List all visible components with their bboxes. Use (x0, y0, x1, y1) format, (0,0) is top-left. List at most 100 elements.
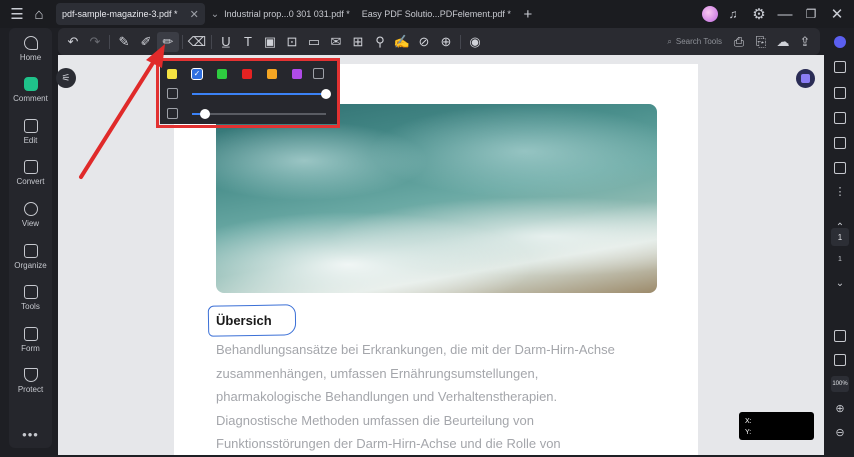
callout-icon[interactable]: ⊡ (281, 32, 303, 52)
page-number-input[interactable]: 1 (831, 228, 849, 246)
underline-icon[interactable]: U̲ (215, 32, 237, 52)
coord-x-label: X: (745, 418, 752, 425)
page-total: 1 (838, 256, 842, 263)
sidebar-item-label: Organize (14, 261, 47, 270)
sidebar-item-label: Tools (21, 302, 40, 311)
bell-icon[interactable]: ♫ (722, 3, 744, 25)
sidebar-item-label: View (21, 219, 40, 228)
opacity-icon (167, 88, 178, 99)
sidebar-item-label: Form (21, 344, 40, 353)
attachment-icon[interactable]: ⊘ (413, 32, 435, 52)
measure-icon[interactable]: ⊞ (347, 32, 369, 52)
zoom-level[interactable]: 100% (831, 376, 849, 392)
sidebar-item-home[interactable]: Home (9, 36, 52, 62)
add-comment-icon[interactable]: ⊕ (435, 32, 457, 52)
attachments-panel-icon[interactable] (834, 162, 846, 174)
minimize-icon[interactable]: — (774, 3, 796, 25)
bookmarks-icon[interactable] (834, 87, 846, 99)
thumbnails-icon[interactable] (834, 61, 846, 73)
comment-icon (23, 77, 38, 91)
signature-icon[interactable]: ✍ (391, 32, 413, 52)
color-swatch[interactable] (167, 69, 177, 79)
color-swatch[interactable] (292, 69, 302, 79)
sidebar-item-form[interactable]: Form (9, 327, 52, 353)
upload-cloud-icon[interactable]: ☁ (772, 32, 794, 52)
toolbar-divider (109, 34, 110, 49)
ai-icon[interactable] (834, 36, 846, 48)
sidebar-item-comment[interactable]: Comment (9, 77, 52, 103)
note-icon[interactable]: ✉ (325, 32, 347, 52)
sidebar-item-label: Protect (17, 385, 44, 394)
color-swatch[interactable] (217, 69, 227, 79)
close-window-icon[interactable]: ✕ (826, 3, 848, 25)
color-swatch[interactable] (242, 69, 252, 79)
new-tab-icon[interactable]: + (517, 3, 539, 25)
pencil-icon[interactable]: ✏ (157, 31, 179, 52)
settings-toggle-icon[interactable]: ⚟ (56, 68, 76, 88)
tab-document-2[interactable]: ⌄ Industrial prop...0 301 031.pdf * (205, 3, 356, 25)
color-picker-icon[interactable] (313, 68, 324, 79)
rocket-icon (23, 36, 38, 50)
opacity-slider-fill (192, 93, 326, 95)
fit-page-icon[interactable] (834, 354, 846, 366)
tab-label: Easy PDF Solutio...PDFelement.pdf * (361, 9, 511, 19)
ai-assistant-icon[interactable] (796, 69, 815, 88)
properties-icon[interactable] (834, 137, 846, 149)
gear-icon[interactable]: ⚙ (748, 3, 770, 25)
tab-label: pdf-sample-magazine-3.pdf * (62, 9, 178, 19)
eraser-icon[interactable]: ⌫ (186, 32, 208, 52)
tab-document-3[interactable]: Easy PDF Solutio...PDFelement.pdf * (356, 3, 517, 25)
home-icon[interactable]: ⌂ (28, 3, 50, 25)
share-icon[interactable]: ⇪ (794, 32, 816, 52)
search-icon: ⌕ (667, 36, 672, 46)
more-icon[interactable]: ⋮ (826, 185, 854, 198)
select-cursor-icon[interactable] (834, 330, 846, 342)
redo-icon[interactable]: ↷ (84, 32, 106, 52)
chevron-down-icon[interactable]: ⌄ (826, 278, 854, 289)
comments-panel-icon[interactable] (834, 112, 846, 124)
search-tools[interactable]: ⌕ Search Tools (667, 37, 722, 47)
print-icon[interactable]: ⎘ (750, 32, 772, 52)
view-icon (23, 202, 38, 216)
pencil-properties-popup: ✓ (160, 61, 337, 124)
cursor-coordinates: X: Y: (739, 412, 814, 440)
sidebar-item-tools[interactable]: Tools (9, 285, 52, 311)
thickness-slider-knob[interactable] (200, 109, 211, 119)
text-icon[interactable]: T (237, 32, 259, 52)
toolbar-divider (211, 34, 212, 49)
search-input[interactable]: Search Tools (676, 37, 722, 46)
coord-y-label: Y: (745, 429, 752, 436)
highlighter-icon[interactable]: ✎ (113, 32, 135, 52)
close-icon[interactable]: ✕ (190, 8, 199, 21)
color-swatch[interactable]: ✓ (191, 68, 203, 80)
window-controls: ♫ ⚙ — ❐ ✕ (702, 0, 854, 28)
sidebar-item-organize[interactable]: Organize (9, 244, 52, 270)
sidebar-item-label: Comment (13, 94, 48, 103)
thickness-slider-track[interactable] (192, 113, 326, 115)
restore-icon[interactable]: ❐ (800, 3, 822, 25)
eye-icon[interactable]: ◉ (464, 32, 486, 52)
body-text-line: zusammenhängen, umfassen Ernährungsumste… (216, 366, 539, 381)
zoom-in-icon[interactable]: ⊕ (826, 402, 854, 415)
shape-icon[interactable]: ▭ (303, 32, 325, 52)
sidebar-item-label: Convert (16, 177, 45, 186)
opacity-slider-knob[interactable] (321, 89, 331, 99)
zoom-out-icon[interactable]: ⊖ (826, 426, 854, 439)
sidebar-item-convert[interactable]: Convert (9, 160, 52, 186)
more-icon[interactable]: ••• (9, 427, 52, 442)
sidebar-item-view[interactable]: View (9, 202, 52, 228)
undo-icon[interactable]: ↶ (62, 32, 84, 52)
avatar[interactable] (702, 6, 718, 22)
save-icon[interactable]: ⎙ (728, 32, 750, 52)
sidebar-item-protect[interactable]: Protect (9, 368, 52, 394)
tab-document-1[interactable]: pdf-sample-magazine-3.pdf * ✕ (56, 3, 205, 25)
form-icon (23, 327, 38, 341)
text-box-icon[interactable]: ▣ (259, 32, 281, 52)
color-swatch[interactable] (267, 69, 277, 79)
stamp-icon[interactable]: ⚲ (369, 32, 391, 52)
area-highlight-icon[interactable]: ✐ (135, 32, 157, 52)
sidebar-item-label: Home (19, 53, 42, 62)
title-bar: ☰ ⌂ pdf-sample-magazine-3.pdf * ✕ ⌄ Indu… (0, 0, 854, 28)
menu-icon[interactable]: ☰ (6, 3, 28, 25)
sidebar-item-edit[interactable]: Edit (9, 119, 52, 145)
